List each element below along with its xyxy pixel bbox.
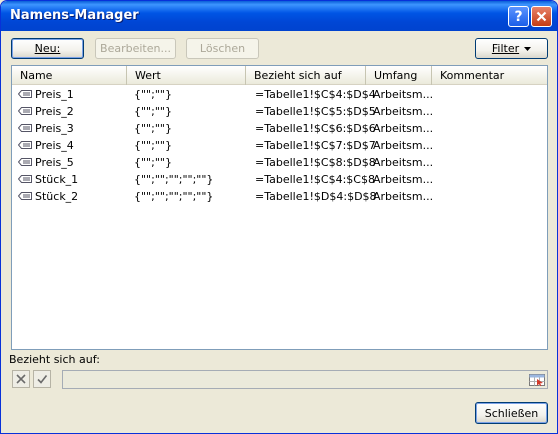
names-list[interactable]: Name Wert Bezieht sich auf Umfang Kommen… <box>11 65 548 350</box>
delete-button-label: Löschen <box>199 42 246 55</box>
row-refers-to: =Tabelle1!$C$4:$D$4 <box>255 88 376 101</box>
column-header-scope[interactable]: Umfang <box>366 66 432 85</box>
name-tag-icon <box>18 141 32 149</box>
row-name: Preis_2 <box>35 105 74 118</box>
row-name: Preis_5 <box>35 156 74 169</box>
range-select-icon <box>529 373 545 386</box>
help-button[interactable]: ? <box>508 6 529 27</box>
refers-to-label: Bezieht sich auf: <box>9 353 100 366</box>
edit-button-label: Bearbeiten... <box>100 42 171 55</box>
row-value: {"";""} <box>134 105 172 118</box>
table-row[interactable]: Preis_4 {"";""} =Tabelle1!$C$7:$D$7 Arbeits… <box>12 137 547 154</box>
help-icon: ? <box>514 8 523 25</box>
filter-button-label: Filter <box>491 42 520 55</box>
row-refers-to: =Tabelle1!$C$8:$D$8 <box>255 156 376 169</box>
column-header-name[interactable]: Name <box>12 66 127 85</box>
checkmark-icon <box>37 375 48 384</box>
dropdown-arrow-icon <box>524 46 532 51</box>
name-tag-icon <box>18 192 32 200</box>
row-scope: Arbeitsm... <box>373 105 434 118</box>
new-button[interactable]: Neu: <box>11 38 84 59</box>
cancel-edit-button[interactable] <box>12 370 30 388</box>
row-refers-to: =Tabelle1!$C$7:$D$7 <box>255 139 376 152</box>
column-header-value[interactable]: Wert <box>127 66 246 85</box>
table-row[interactable]: Stück_2 {"";"";"";"";""} =Tabelle1!$D$4:$D… <box>12 188 547 205</box>
row-value: {"";""} <box>134 139 172 152</box>
table-row[interactable]: Preis_1 {"";""} =Tabelle1!$C$4:$D$4 Arbeits… <box>12 86 547 103</box>
range-select-button[interactable] <box>528 372 546 387</box>
column-header-refers-to[interactable]: Bezieht sich auf <box>246 66 366 85</box>
row-scope: Arbeitsm... <box>373 88 434 101</box>
list-header: Name Wert Bezieht sich auf Umfang Kommen… <box>12 66 547 85</box>
edit-button[interactable]: Bearbeiten... <box>95 38 176 59</box>
window-title: Namens-Manager <box>10 8 139 23</box>
title-bar[interactable]: Namens-Manager ? <box>1 1 557 31</box>
row-value: {"";""} <box>134 88 172 101</box>
name-tag-icon <box>18 107 32 115</box>
new-button-label: Neu: <box>34 42 61 55</box>
row-scope: Arbeitsm... <box>373 190 434 203</box>
row-value: {"";""} <box>134 156 172 169</box>
confirm-edit-button[interactable] <box>33 370 51 388</box>
row-value: {"";"";"";"";""} <box>134 173 214 186</box>
table-row[interactable]: Preis_2 {"";""} =Tabelle1!$C$5:$D$5 Arbeits… <box>12 103 547 120</box>
name-tag-icon <box>18 175 32 183</box>
delete-button[interactable]: Löschen <box>186 38 259 59</box>
row-name: Stück_1 <box>35 173 79 186</box>
row-name: Stück_2 <box>35 190 79 203</box>
row-value: {"";"";"";"";""} <box>134 190 214 203</box>
name-tag-icon <box>18 90 32 98</box>
row-value: {"";""} <box>134 122 172 135</box>
name-tag-icon <box>18 158 32 166</box>
row-refers-to: =Tabelle1!$C$5:$D$5 <box>255 105 376 118</box>
row-name: Preis_3 <box>35 122 74 135</box>
namens-manager-dialog: Namens-Manager ? Neu: Bearbeiten... Lösc… <box>0 0 558 434</box>
row-scope: Arbeitsm... <box>373 122 434 135</box>
close-icon <box>536 11 547 22</box>
row-name: Preis_1 <box>35 88 74 101</box>
row-refers-to: =Tabelle1!$C$4:$C$8 <box>255 173 375 186</box>
close-button[interactable]: Schließen <box>475 402 548 424</box>
row-name: Preis_4 <box>35 139 74 152</box>
row-refers-to: =Tabelle1!$C$6:$D$6 <box>255 122 376 135</box>
table-row[interactable]: Stück_1 {"";"";"";"";""} =Tabelle1!$C$4:$C… <box>12 171 547 188</box>
row-refers-to: =Tabelle1!$D$4:$D$8 <box>255 190 377 203</box>
column-header-comment[interactable]: Kommentar <box>432 66 547 85</box>
row-scope: Arbeitsm... <box>373 139 434 152</box>
close-window-button[interactable] <box>531 6 552 27</box>
table-row[interactable]: Preis_5 {"";""} =Tabelle1!$C$8:$D$8 Arbeits… <box>12 154 547 171</box>
close-button-label: Schließen <box>484 406 539 420</box>
refers-to-input[interactable] <box>62 370 548 389</box>
table-row[interactable]: Preis_3 {"";""} =Tabelle1!$C$6:$D$6 Arbeits… <box>12 120 547 137</box>
cancel-x-icon <box>16 374 26 384</box>
name-tag-icon <box>18 124 32 132</box>
row-scope: Arbeitsm... <box>373 156 434 169</box>
row-scope: Arbeitsm... <box>373 173 434 186</box>
filter-button[interactable]: Filter <box>475 38 548 59</box>
